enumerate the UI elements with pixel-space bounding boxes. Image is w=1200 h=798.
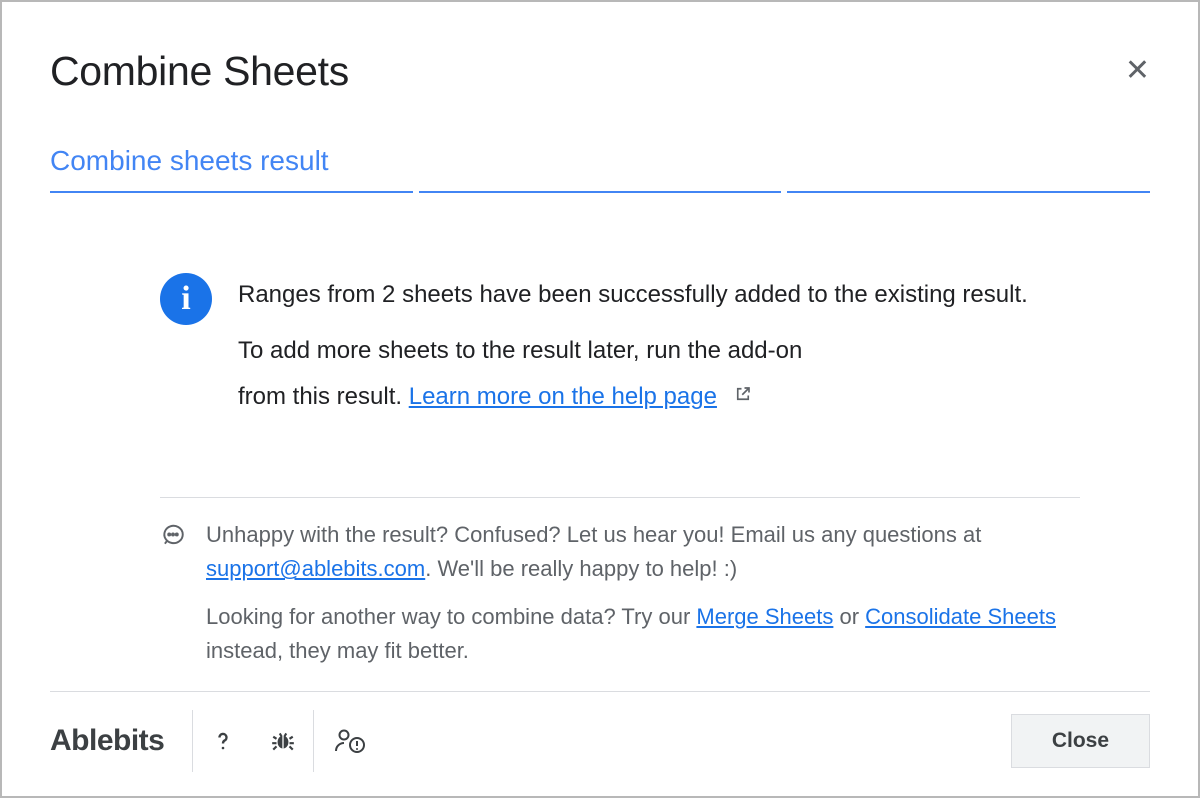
external-link-icon bbox=[734, 374, 752, 418]
account-info-icon[interactable] bbox=[314, 726, 386, 756]
dialog-title: Combine Sheets bbox=[50, 48, 349, 95]
tab-combine-result[interactable]: Combine sheets result bbox=[50, 145, 413, 193]
bug-icon[interactable] bbox=[253, 728, 313, 754]
tab-empty-1[interactable] bbox=[419, 145, 782, 193]
feedback-paragraph-2: Looking for another way to combine data?… bbox=[206, 600, 1080, 668]
close-button[interactable]: Close bbox=[1011, 714, 1150, 768]
feedback-block: Unhappy with the result? Confused? Let u… bbox=[160, 497, 1080, 682]
result-message: i Ranges from 2 sheets have been success… bbox=[160, 273, 1080, 419]
tabs: Combine sheets result bbox=[50, 145, 1150, 193]
info-icon: i bbox=[160, 273, 212, 325]
message-line-2b: from this result. Learn more on the help… bbox=[238, 374, 1028, 419]
feedback-paragraph-1: Unhappy with the result? Confused? Let u… bbox=[206, 518, 1080, 586]
tab-empty-2[interactable] bbox=[787, 145, 1150, 193]
learn-more-link[interactable]: Learn more on the help page bbox=[409, 383, 717, 410]
help-icon[interactable] bbox=[193, 728, 253, 754]
message-line-1: Ranges from 2 sheets have been successfu… bbox=[238, 273, 1028, 317]
message-line-2b-prefix: from this result. bbox=[238, 383, 409, 410]
merge-sheets-link[interactable]: Merge Sheets bbox=[696, 604, 833, 629]
close-icon[interactable]: ✕ bbox=[1125, 48, 1150, 86]
speech-bubble-icon bbox=[160, 518, 186, 682]
message-line-2a: To add more sheets to the result later, … bbox=[238, 329, 1028, 373]
footer: Ablebits Close bbox=[50, 691, 1150, 772]
brand-logo: Ablebits bbox=[50, 724, 192, 758]
consolidate-sheets-link[interactable]: Consolidate Sheets bbox=[865, 604, 1056, 629]
support-email-link[interactable]: support@ablebits.com bbox=[206, 556, 425, 581]
